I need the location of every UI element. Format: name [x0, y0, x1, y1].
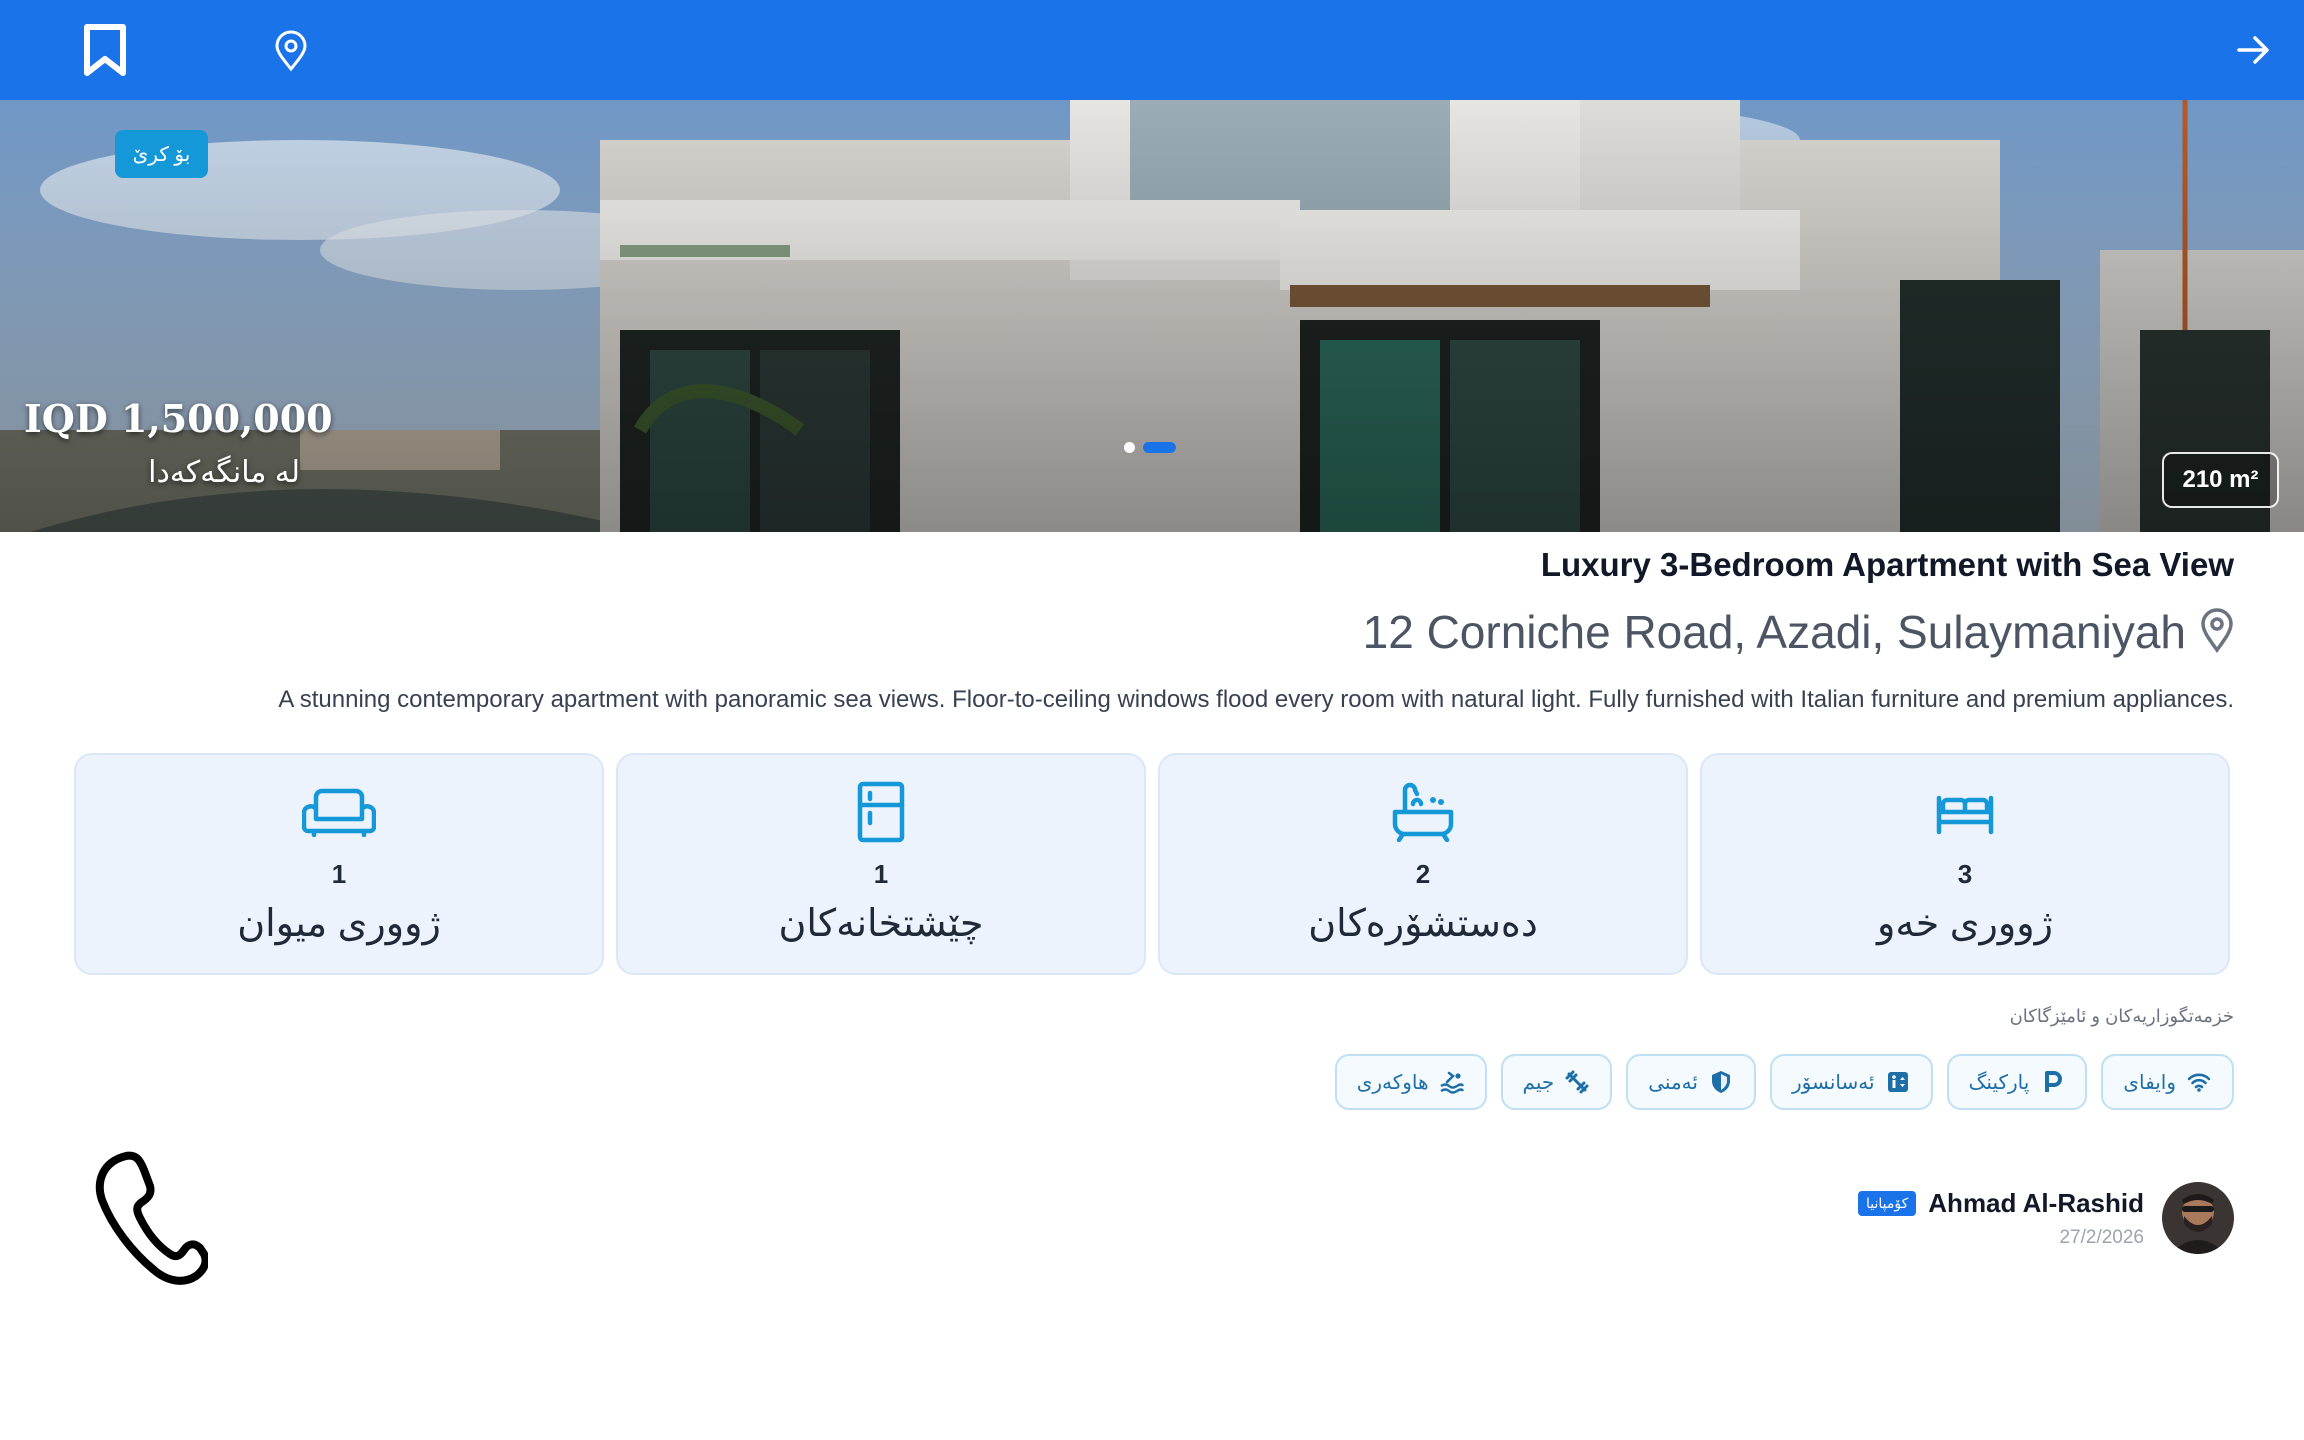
stat-label: چێشتخانەکان [778, 903, 984, 945]
address-row: 12 Corniche Road, Azadi, Sulaymaniyah [1363, 605, 2234, 659]
parking-icon [2039, 1069, 2065, 1095]
carousel-dot-active[interactable] [1143, 442, 1176, 453]
listing-title: Luxury 3-Bedroom Apartment with Sea View [1540, 546, 2234, 583]
amenities-heading: خزمەتگوزاریەکان و ئامێزگاکان [2009, 1006, 2234, 1026]
stat-value: 2 [1415, 859, 1431, 889]
amenity-label: پارکینگ [1968, 1071, 2030, 1094]
phone-icon [92, 1151, 210, 1290]
owner-name-row: کۆمپانیا Ahmad Al-Rashid [1858, 1188, 2144, 1219]
listing-date: 27/2/2026 [2059, 1226, 2144, 1248]
stat-card-bathrooms: 2 دەستشۆرەکان [1158, 753, 1688, 975]
owner-name[interactable]: Ahmad Al-Rashid [1928, 1188, 2144, 1219]
arrow-right-icon[interactable] [2232, 30, 2276, 70]
gym-icon [1564, 1069, 1590, 1095]
bookmark-icon[interactable] [80, 20, 130, 80]
carousel-dot[interactable] [1124, 442, 1135, 453]
stat-label: دەستشۆرەکان [1308, 903, 1538, 945]
elevator-icon [1885, 1069, 1911, 1095]
listing-type-badge: بۆ کرێ [115, 130, 208, 178]
amenity-chip-gym[interactable]: جیم [1500, 1054, 1613, 1110]
amenity-chip-pool[interactable]: هاوکەری [1334, 1054, 1487, 1110]
amenities-list: وایفای پارکینگ ئەسانسۆر ئەمنی جیم هاوکەر… [1334, 1054, 2234, 1110]
stat-value: 1 [331, 859, 347, 889]
amenity-label: جیم [1522, 1071, 1555, 1094]
location-pin-icon [2200, 607, 2234, 658]
amenity-chip-wifi[interactable]: وایفای [2101, 1054, 2234, 1110]
amenity-chip-parking[interactable]: پارکینگ [1946, 1054, 2088, 1110]
amenity-chip-elevator[interactable]: ئەسانسۆر [1769, 1054, 1933, 1110]
location-pin-icon[interactable] [270, 28, 312, 74]
amenity-chip-security[interactable]: ئەمنی [1626, 1054, 1756, 1110]
avatar[interactable] [2162, 1182, 2234, 1254]
top-app-bar [0, 0, 2304, 100]
bathtub-icon [1383, 779, 1463, 845]
carousel-indicator[interactable] [1124, 442, 1176, 453]
stat-label: ژووری میوان [237, 903, 441, 945]
stat-value: 3 [1957, 859, 1973, 889]
sofa-icon [299, 779, 379, 845]
property-photo [0, 100, 2304, 532]
owner-meta: کۆمپانیا Ahmad Al-Rashid 27/2/2026 [1858, 1188, 2144, 1249]
listing-description: A stunning contemporary apartment with p… [278, 686, 2234, 713]
amenity-label: وایفای [2123, 1071, 2176, 1094]
wifi-icon [2186, 1069, 2212, 1095]
call-button[interactable] [92, 1150, 210, 1286]
amenity-label: ئەسانسۆر [1791, 1071, 1875, 1094]
price-label: IQD 1,500,000 [24, 396, 333, 441]
kitchen-icon [841, 779, 921, 845]
pool-icon [1439, 1069, 1465, 1095]
stat-card-bedrooms: 3 ژووری خەو [1700, 753, 2230, 975]
stat-label: ژووری خەو [1877, 903, 2053, 945]
owner-info[interactable]: کۆمپانیا Ahmad Al-Rashid 27/2/2026 [1858, 1182, 2234, 1254]
price-period: لە مانگەکەدا [148, 456, 300, 489]
property-image-carousel[interactable]: بۆ کرێ IQD 1,500,000 لە مانگەکەدا 210 m² [0, 100, 2304, 532]
bed-icon [1925, 779, 2005, 845]
amenity-label: هاوکەری [1356, 1071, 1429, 1094]
company-badge: کۆمپانیا [1858, 1190, 1917, 1216]
stat-value: 1 [873, 859, 889, 889]
listing-address: 12 Corniche Road, Azadi, Sulaymaniyah [1362, 606, 2186, 658]
amenity-label: ئەمنی [1648, 1071, 1698, 1094]
stat-card-kitchens: 1 چێشتخانەکان [616, 753, 1146, 975]
shield-icon [1708, 1069, 1734, 1095]
area-badge: 210 m² [2162, 452, 2279, 508]
stat-card-living-rooms: 1 ژووری میوان [74, 753, 604, 975]
